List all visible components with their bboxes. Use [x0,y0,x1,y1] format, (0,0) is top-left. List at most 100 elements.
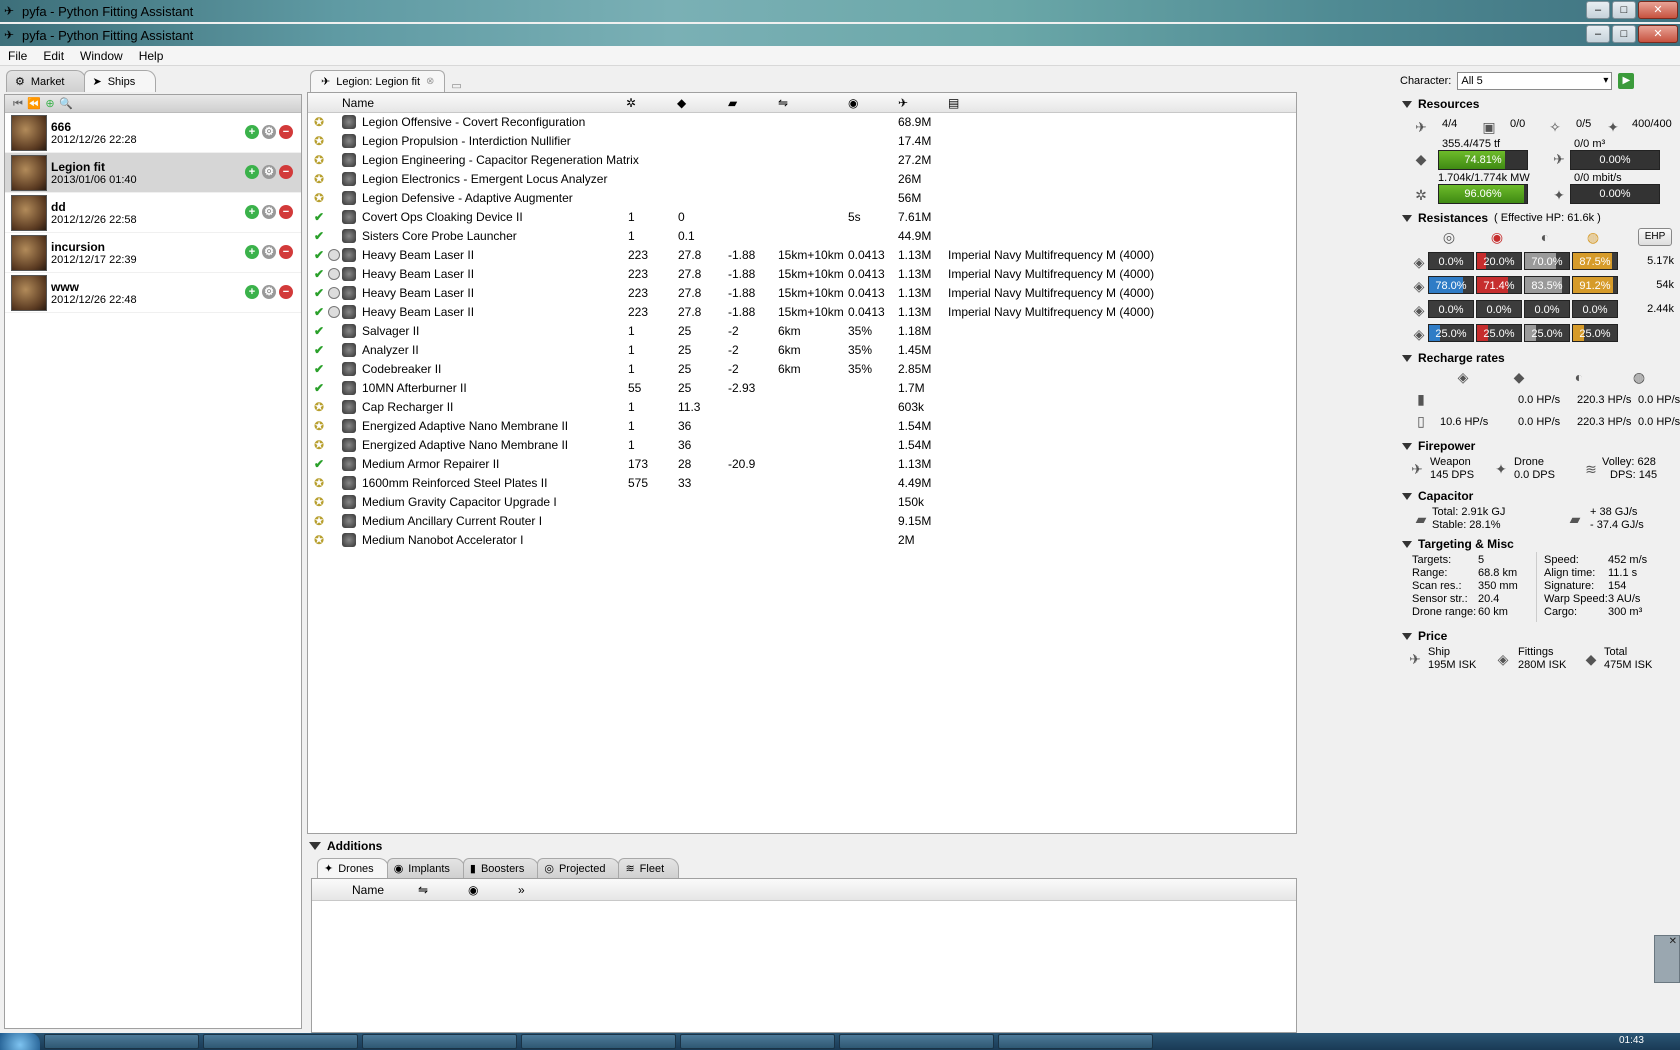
price-section-header[interactable]: Price [1398,626,1680,646]
first-page-icon[interactable]: ⏮ [11,97,25,111]
taskbar-item[interactable] [362,1034,517,1049]
module-active-icon[interactable]: ✔ [314,324,324,338]
module-active-icon[interactable]: ✔ [314,229,324,243]
drone-name-column-header[interactable]: Name [352,883,384,897]
module-active-icon[interactable]: ✔ [314,286,324,300]
module-row[interactable]: ✔ Heavy Beam Laser II 223 27.8 -1.88 15km+10k… [308,265,1296,284]
gear-icon[interactable]: ⚙ [262,205,276,219]
module-row[interactable]: ✪ Legion Propulsion - Interdiction Nullif… [308,132,1296,151]
add-fit-icon[interactable]: + [245,285,259,299]
close-icon[interactable]: ✕ [1669,936,1677,947]
module-row[interactable]: ✔ Heavy Beam Laser II 223 27.8 -1.88 15km+10k… [308,284,1296,303]
close-button[interactable]: ✕ [1638,1,1678,19]
module-offline-icon[interactable]: ✪ [314,438,324,452]
capacitor-section-header[interactable]: Capacitor [1398,486,1680,506]
module-active-icon[interactable]: ✔ [314,267,324,281]
module-active-icon[interactable]: ✔ [314,305,324,319]
menu-window[interactable]: Window [72,49,131,63]
gear-icon[interactable]: ⚙ [262,165,276,179]
delete-fit-icon[interactable]: − [279,165,293,179]
module-offline-icon[interactable]: ✪ [314,153,324,167]
module-active-icon[interactable]: ✔ [314,248,324,262]
range-column-icon[interactable]: ⇋ [778,96,788,110]
additions-header[interactable]: Additions [307,836,1302,856]
module-row[interactable]: ✪ Medium Nanobot Accelerator I 2M [308,531,1296,550]
module-active-icon[interactable]: ✔ [314,210,324,224]
add-fit-icon[interactable]: + [245,205,259,219]
fit-list-item[interactable]: dd 2012/12/26 22:58 + ⚙ − [5,193,301,233]
module-offline-icon[interactable]: ✪ [314,134,324,148]
menu-help[interactable]: Help [131,49,172,63]
module-row[interactable]: ✔ Covert Ops Cloaking Device II 1 0 5s 7.61M [308,208,1296,227]
gear-icon[interactable]: ⚙ [262,245,276,259]
side-gadget[interactable]: ✕ [1654,935,1680,983]
gear-icon[interactable]: ⚙ [262,285,276,299]
module-offline-icon[interactable]: ✪ [314,115,324,129]
module-row[interactable]: ✔ Heavy Beam Laser II 223 27.8 -1.88 15km+10k… [308,303,1296,322]
capacitor-column-icon[interactable]: ▰ [728,96,737,110]
module-row[interactable]: ✪ Cap Recharger II 1 11.3 603k [308,398,1296,417]
delete-fit-icon[interactable]: − [279,285,293,299]
speed-column-icon[interactable]: » [518,883,525,897]
module-active-icon[interactable]: ✔ [314,457,324,471]
back-icon[interactable]: ⏪ [27,97,41,111]
module-row[interactable]: ✪ Legion Defensive - Adaptive Augmenter 56… [308,189,1296,208]
module-row[interactable]: ✪ Energized Adaptive Nano Membrane II 1 36 1… [308,417,1296,436]
tab-projected[interactable]: ◎ Projected [537,858,621,878]
new-fit-icon[interactable]: ⊕ [43,97,57,111]
module-row[interactable]: ✔ Salvager II 1 25 -2 6km 35% 1.18M [308,322,1296,341]
tracking-column-icon[interactable]: ◉ [848,96,858,110]
cpu-column-icon[interactable]: ✲ [626,96,636,110]
minimize-button[interactable]: – [1586,1,1610,19]
tab-boosters[interactable]: ▮ Boosters [462,858,540,878]
menu-file[interactable]: File [0,49,35,63]
powergrid-column-icon[interactable]: ◆ [677,96,686,110]
price-column-icon[interactable]: ✈ [898,96,908,110]
module-offline-icon[interactable]: ✪ [314,495,324,509]
module-row[interactable]: ✪ Energized Adaptive Nano Membrane II 1 36 1… [308,436,1296,455]
tab-market[interactable]: ⚙ Market [6,70,86,92]
module-offline-icon[interactable]: ✪ [314,172,324,186]
module-row[interactable]: ✪ Legion Engineering - Capacitor Regenera… [308,151,1296,170]
tab-ships[interactable]: ➤ Ships [83,70,157,92]
gear-icon[interactable]: ⚙ [262,125,276,139]
resources-section-header[interactable]: Resources [1398,94,1680,114]
module-active-icon[interactable]: ✔ [314,362,324,376]
character-select[interactable]: All 5 [1457,72,1613,90]
fit-list-item[interactable]: www 2012/12/26 22:48 + ⚙ − [5,273,301,313]
tab-fleet[interactable]: ≋ Fleet [618,858,680,878]
tab-drones[interactable]: ✦ Drones [317,858,389,878]
module-active-icon[interactable]: ✔ [314,381,324,395]
taskbar-item[interactable] [521,1034,676,1049]
module-row[interactable]: ✪ Legion Electronics - Emergent Locus Ana… [308,170,1296,189]
targeting-section-header[interactable]: Targeting & Misc [1398,534,1680,554]
close-button[interactable]: ✕ [1638,25,1678,43]
search-icon[interactable]: 🔍 [59,97,73,111]
module-offline-icon[interactable]: ✪ [314,191,324,205]
module-row[interactable]: ✪ Legion Offensive - Covert Reconfigurati… [308,113,1296,132]
add-fit-icon[interactable]: + [245,125,259,139]
delete-fit-icon[interactable]: − [279,125,293,139]
maximize-button[interactable]: □ [1612,25,1636,43]
taskbar-item[interactable] [203,1034,358,1049]
module-row[interactable]: ✔ 10MN Afterburner II 55 25 -2.93 1.7M [308,379,1296,398]
collapse-icon[interactable] [309,842,321,850]
maximize-button[interactable]: □ [1612,1,1636,19]
module-offline-icon[interactable]: ✪ [314,514,324,528]
charge-column-icon[interactable]: ▤ [948,96,959,110]
tab-legion-fit[interactable]: ✈ Legion: Legion fit ⊗ [310,70,446,92]
module-row[interactable]: ✪ Medium Gravity Capacitor Upgrade I 150k [308,493,1296,512]
fit-list-item[interactable]: Legion fit 2013/01/06 01:40 + ⚙ − [5,153,301,193]
new-tab-icon[interactable]: ▭ [451,79,461,92]
recharge-section-header[interactable]: Recharge rates [1398,348,1680,368]
tracking-column-icon[interactable]: ◉ [468,883,478,897]
firepower-section-header[interactable]: Firepower [1398,436,1680,456]
module-offline-icon[interactable]: ✪ [314,400,324,414]
character-editor-button[interactable]: ▶ [1618,73,1635,89]
delete-fit-icon[interactable]: − [279,245,293,259]
add-fit-icon[interactable]: + [245,245,259,259]
add-fit-icon[interactable]: + [245,165,259,179]
module-offline-icon[interactable]: ✪ [314,476,324,490]
module-row[interactable]: ✪ 1600mm Reinforced Steel Plates II 575 33 4… [308,474,1296,493]
close-tab-icon[interactable]: ⊗ [426,76,434,87]
